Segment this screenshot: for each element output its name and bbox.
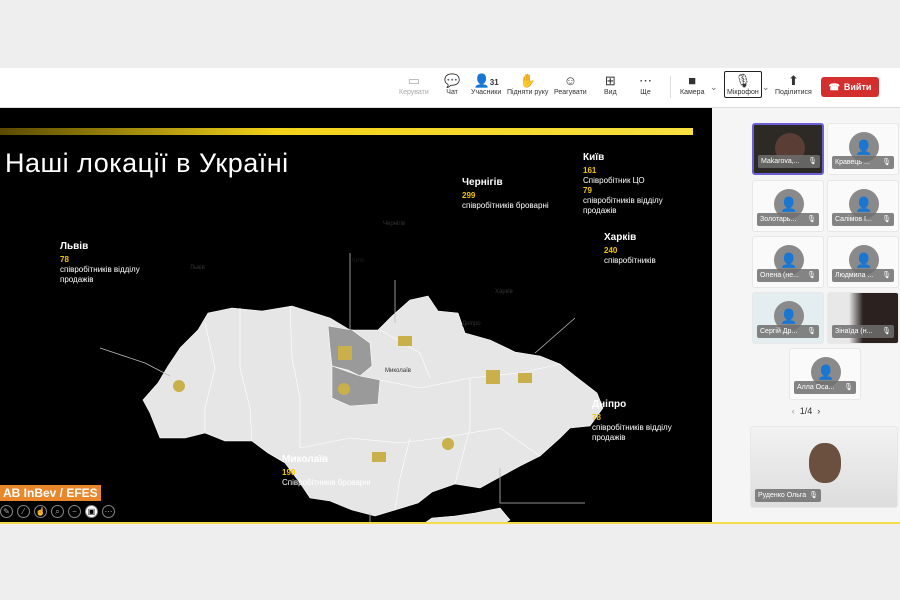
smiley-icon: ☺ [563, 73, 577, 88]
participant-tile[interactable]: 👤 Олена (не... 🎙 [752, 236, 824, 288]
mic-muted-icon: 🎙 [807, 272, 816, 279]
mic-muted-icon: 🎙 [734, 73, 752, 88]
map-label-lviv: Львів [190, 265, 205, 271]
pagination: ‹ 1/4 › [791, 406, 821, 416]
map-label-mykolaiv: Миколаїв [385, 368, 411, 374]
mic-muted-icon: 🎙 [807, 328, 816, 335]
participants-panel: Makarova,... 🎙 👤 Кравець ... 🎙 👤 Золотарь...… [712, 108, 900, 522]
touch-icon[interactable]: ☝ [34, 505, 47, 518]
ellipsis-icon: ⋯ [639, 73, 652, 88]
participant-tile[interactable]: Зінаїда (н... 🎙 [827, 292, 899, 344]
participant-tile[interactable]: 👤 Сергій Др... 🎙 [752, 292, 824, 344]
city-info-kyiv: Київ 161 Співробітник ЦО 79 співробітників в… [583, 152, 663, 216]
mic-muted-icon: 🎙 [809, 492, 818, 499]
divider [670, 76, 671, 98]
participant-tile[interactable]: 👤 Золотарь... 🎙 [752, 180, 824, 232]
map-label-kyiv: Київ [352, 258, 365, 264]
city-info-mykolaiv: Миколаїв 190 Співробітників броварні [282, 454, 371, 488]
city-info-kharkiv: Харків 240 співробітників [604, 232, 656, 266]
mic-muted-icon: 🎙 [844, 384, 853, 391]
more-button[interactable]: ⋯ Ще [639, 73, 652, 96]
city-info-dnipro: Дніпро 78 співробітників відділу продажів [592, 399, 672, 443]
video-icon[interactable]: ▣ [85, 505, 98, 518]
participant-tile[interactable]: 👤 Алла Оса... 🎙 [789, 348, 861, 400]
next-page-chevron-icon[interactable]: › [817, 406, 820, 416]
map-label-chernihiv: Чернігів [383, 221, 406, 227]
chat-button[interactable]: 💬 Чат [444, 73, 460, 96]
react-button[interactable]: ☺ Реагувати [554, 73, 587, 96]
participant-tile[interactable]: Makarova,... 🎙 [752, 123, 824, 175]
more-icon[interactable]: ⋯ [102, 505, 115, 518]
minus-icon[interactable]: − [68, 505, 81, 518]
camera-options-chevron-icon[interactable]: ⌄ [710, 82, 718, 93]
grid-icon: ⊞ [604, 73, 616, 88]
chat-icon: 💬 [444, 73, 461, 88]
mic-icon: 🎙 [808, 158, 817, 165]
presentation-controls: ✎ ⁄ ☝ ⌕ − ▣ ⋯ [0, 505, 115, 518]
participants-button[interactable]: 👤31 Учасники [471, 73, 501, 96]
mic-muted-icon: 🎙 [882, 272, 891, 279]
city-info-chernihiv: Чернігів 299 співробітників броварні [462, 177, 549, 211]
participant-tile[interactable]: 👤 Людмила ... 🎙 [827, 236, 899, 288]
screen-control-icon: ▭ [407, 73, 421, 88]
phone-hangup-icon: ☎ [828, 81, 840, 92]
video-feed [809, 443, 841, 483]
mic-options-chevron-icon[interactable]: ⌄ [762, 82, 770, 93]
leave-button[interactable]: ☎ Вийти [821, 77, 879, 97]
mic-muted-icon: 🎙 [882, 328, 891, 335]
pointer-icon[interactable]: ✎ [0, 505, 13, 518]
share-button[interactable]: ⬆ Поділитися [775, 73, 812, 96]
share-control-button[interactable]: ▭ Керувати [399, 73, 429, 96]
mic-muted-icon: 🎙 [882, 216, 891, 223]
participant-tile[interactable]: 👤 Салімов І... 🎙 [827, 180, 899, 232]
mic-muted-icon: 🎙 [807, 216, 816, 223]
camera-button[interactable]: ■ Камера [680, 73, 704, 96]
zoom-icon[interactable]: ⌕ [51, 505, 64, 518]
city-info-lviv: Львів 78 співробітників відділу продажів [60, 241, 140, 285]
hand-icon: ✋ [519, 73, 536, 88]
raise-hand-button[interactable]: ✋ Підняти руку [507, 73, 548, 96]
camera-icon: ■ [688, 73, 697, 88]
participant-tile[interactable]: 👤 Кравець ... 🎙 [827, 123, 899, 175]
self-view-tile[interactable]: Руденко Ольга 🎙 [750, 426, 898, 508]
map-label-kharkiv: Харків [495, 289, 513, 295]
company-logo: AB InBev / EFES [0, 485, 101, 501]
map-label-dnipro: Дніпро [462, 321, 481, 327]
crimea [425, 507, 511, 522]
share-tray-icon: ⬆ [787, 73, 799, 88]
view-button[interactable]: ⊞ Вид [604, 73, 617, 96]
mic-muted-icon: 🎙 [882, 159, 891, 166]
microphone-button[interactable]: 🎙 Мікрофон [724, 71, 762, 98]
prev-page-chevron-icon[interactable]: ‹ [792, 406, 795, 416]
bottom-accent [0, 522, 900, 524]
pen-icon[interactable]: ⁄ [17, 505, 30, 518]
people-icon: 👤 [473, 73, 490, 88]
shared-slide: Наші локації в Україні Львів Чернігів Ки… [0, 108, 712, 522]
